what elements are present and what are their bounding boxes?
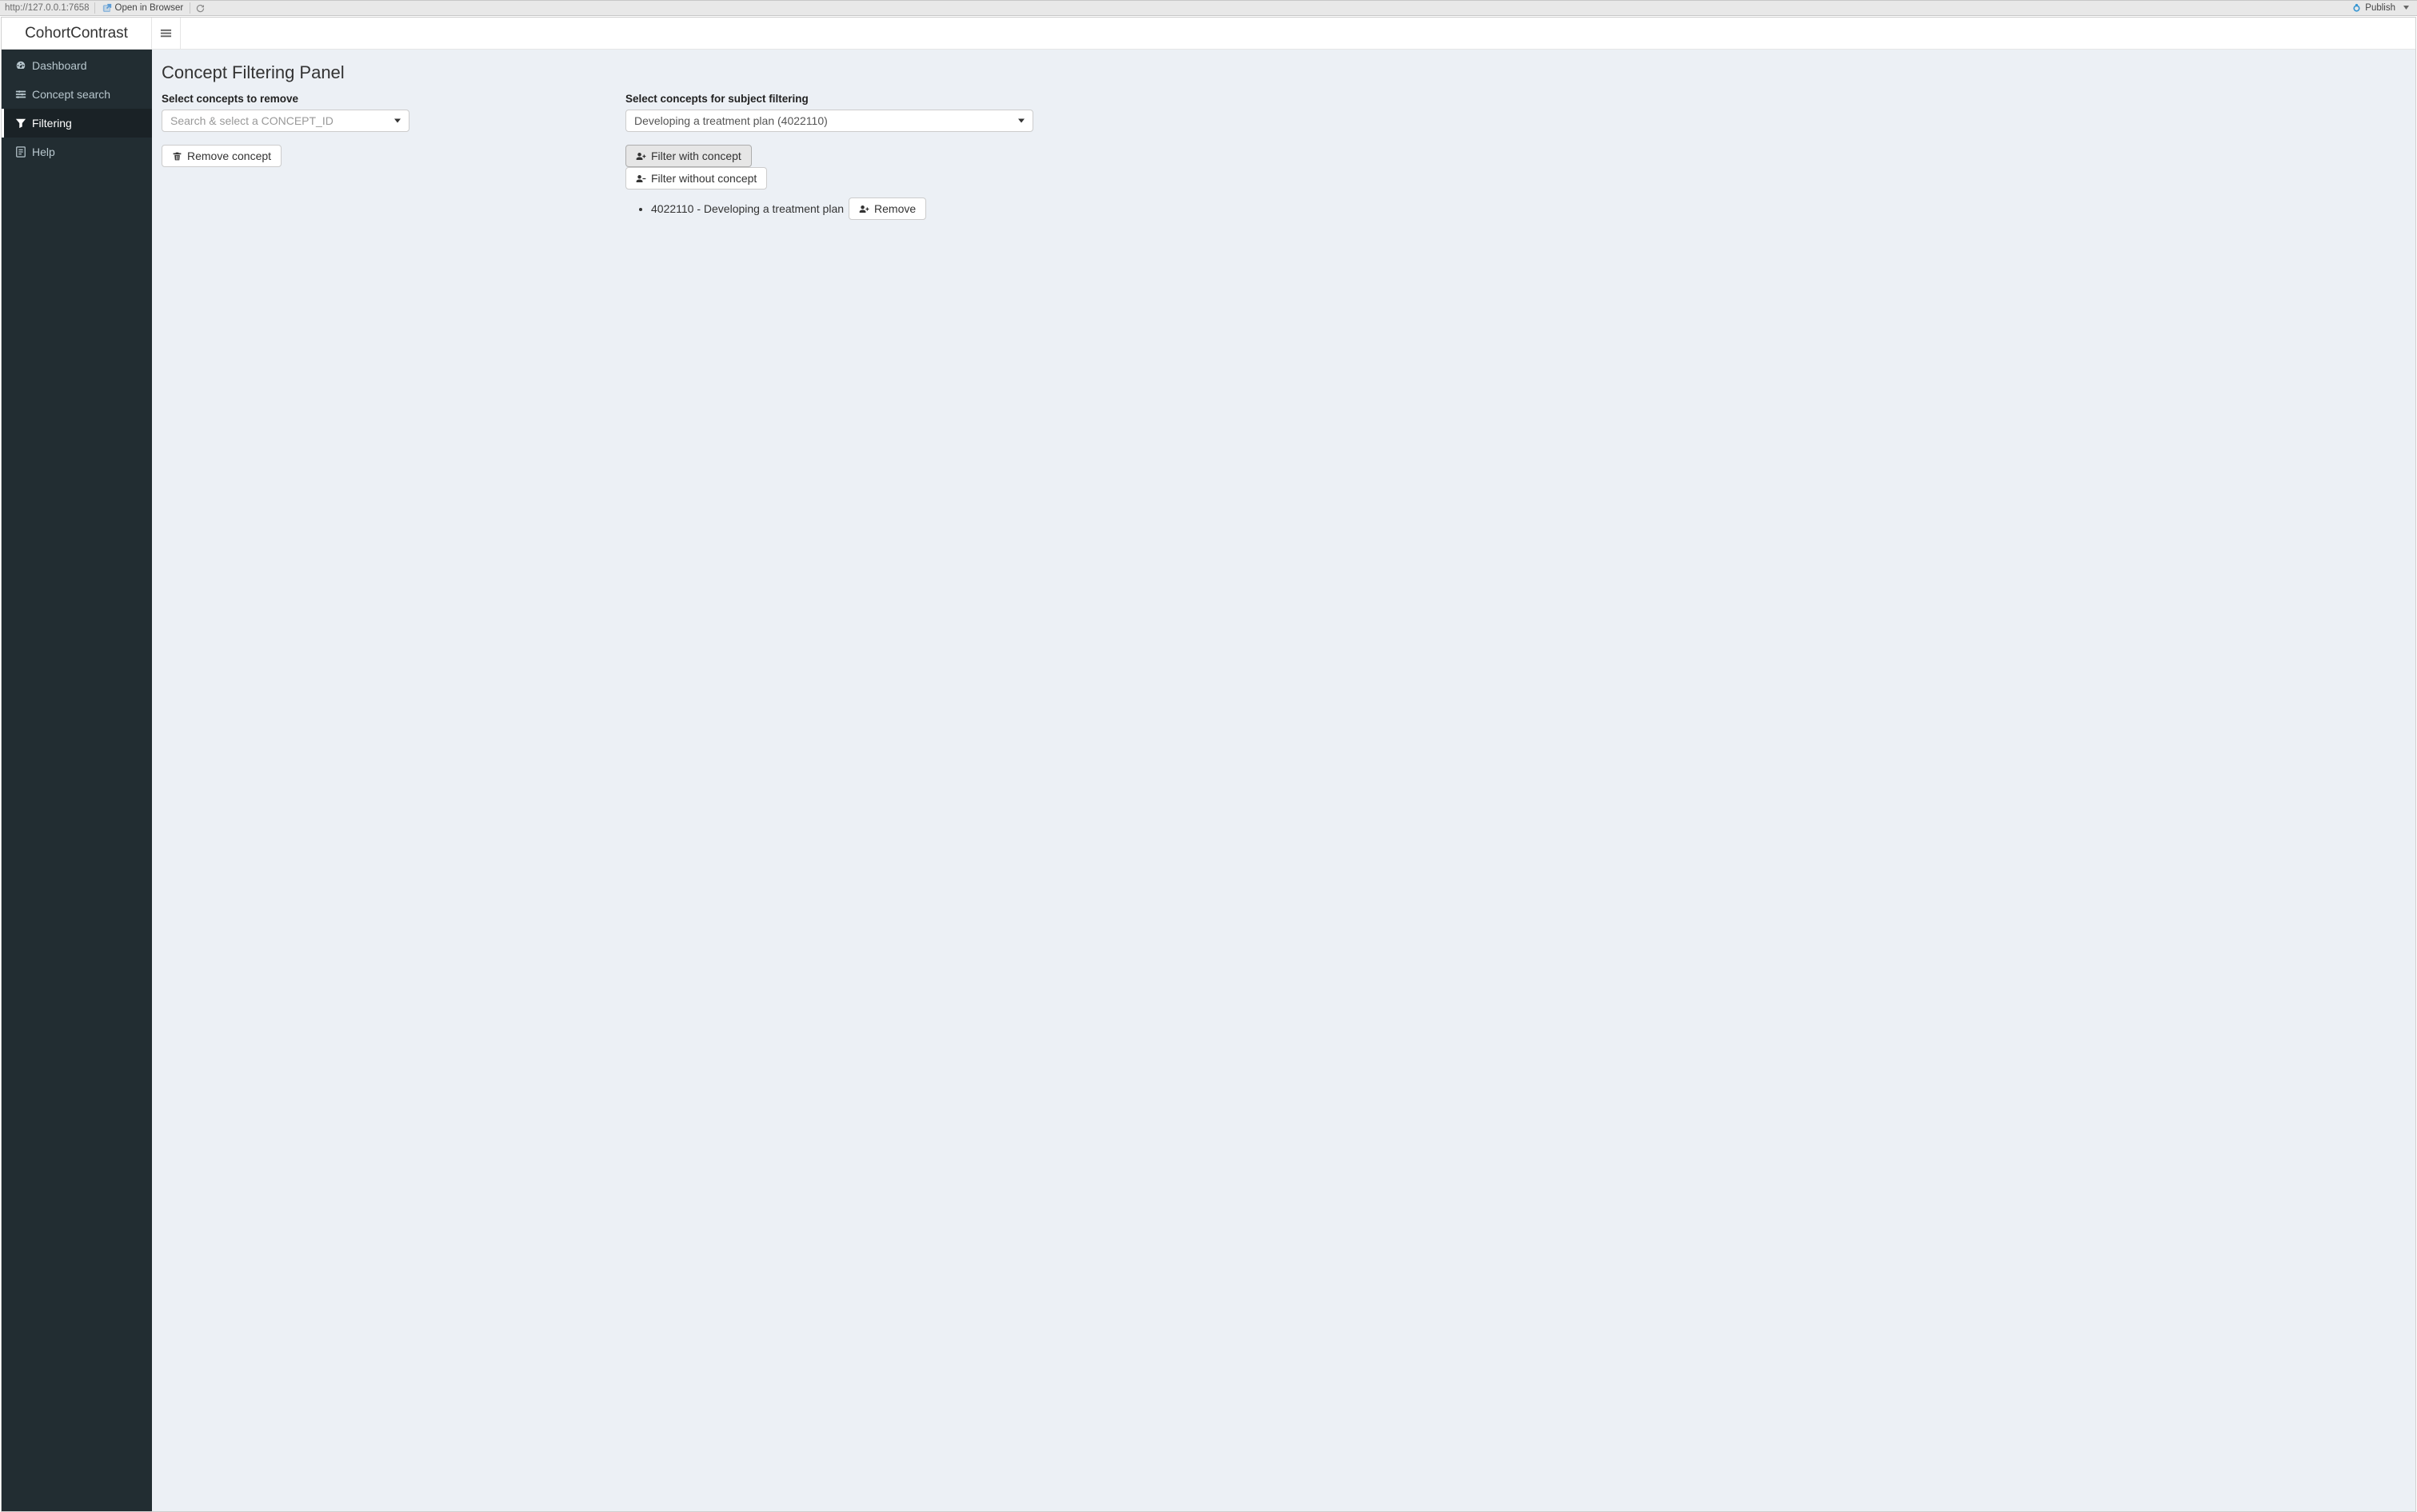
filter-icon bbox=[15, 118, 26, 129]
publish-label: Publish bbox=[2365, 3, 2395, 13]
open-in-browser-button[interactable]: Open in Browser bbox=[95, 0, 190, 16]
remove-concept-button-label: Remove concept bbox=[187, 150, 271, 162]
rstudio-viewer-toolbar: http://127.0.0.1:7658 Open in Browser Pu… bbox=[0, 0, 2417, 16]
sidebar-item-label: Concept search bbox=[32, 88, 110, 101]
user-plus-icon bbox=[636, 151, 646, 162]
user-plus-icon bbox=[859, 204, 869, 214]
sidebar-item-help[interactable]: Help bbox=[2, 138, 152, 166]
trash-icon bbox=[172, 151, 182, 162]
remove-concept-button[interactable]: Remove concept bbox=[162, 145, 282, 167]
app-body: Dashboard Concept search Filtering Help … bbox=[2, 50, 2415, 1511]
content-area: Concept Filtering Panel Select concepts … bbox=[152, 50, 2415, 1511]
publish-icon bbox=[2351, 3, 2362, 14]
caret-down-icon bbox=[1018, 119, 1025, 123]
caret-down-icon bbox=[394, 119, 401, 123]
sidebar-item-filtering[interactable]: Filtering bbox=[2, 109, 152, 138]
open-in-browser-label: Open in Browser bbox=[115, 3, 184, 13]
app-header: CohortContrast bbox=[2, 18, 2415, 50]
hamburger-icon bbox=[160, 27, 172, 39]
viewer-url: http://127.0.0.1:7658 bbox=[5, 2, 95, 14]
applied-filters-list: 4022110 - Developing a treatment plan Re… bbox=[625, 197, 1033, 220]
columns: Select concepts to remove Search & selec… bbox=[162, 90, 2406, 220]
applied-filter-text: 4022110 - Developing a treatment plan bbox=[651, 202, 844, 215]
dashboard-icon bbox=[15, 60, 26, 71]
sidebar: Dashboard Concept search Filtering Help bbox=[2, 50, 152, 1511]
filter-concept-select-value: Developing a treatment plan (4022110) bbox=[634, 114, 828, 127]
sidebar-item-label: Dashboard bbox=[32, 59, 87, 72]
remove-applied-filter-label: Remove bbox=[874, 202, 916, 215]
sidebar-toggle-button[interactable] bbox=[152, 18, 181, 49]
popout-icon bbox=[102, 3, 112, 14]
caret-down-icon bbox=[2403, 6, 2409, 10]
publish-dropdown-caret[interactable] bbox=[2402, 3, 2412, 13]
remove-applied-filter-button[interactable]: Remove bbox=[849, 197, 926, 220]
app-brand: CohortContrast bbox=[2, 18, 152, 49]
remove-concept-select-placeholder: Search & select a CONCEPT_ID bbox=[170, 114, 334, 127]
filter-concept-select[interactable]: Developing a treatment plan (4022110) bbox=[625, 110, 1033, 132]
filter-with-concept-label: Filter with concept bbox=[651, 150, 741, 162]
sidebar-item-concept-search[interactable]: Concept search bbox=[2, 80, 152, 109]
filter-concepts-column: Select concepts for subject filtering De… bbox=[625, 90, 1033, 220]
sidebar-item-dashboard[interactable]: Dashboard bbox=[2, 51, 152, 80]
help-icon bbox=[15, 146, 26, 158]
filter-buttons: Filter with concept Filter without conce… bbox=[625, 132, 1033, 189]
filter-with-concept-button[interactable]: Filter with concept bbox=[625, 145, 752, 167]
sliders-icon bbox=[15, 89, 26, 100]
remove-concepts-column: Select concepts to remove Search & selec… bbox=[162, 90, 569, 220]
publish-button[interactable]: Publish bbox=[2345, 3, 2402, 14]
filter-without-concept-label: Filter without concept bbox=[651, 172, 757, 185]
filter-without-concept-button[interactable]: Filter without concept bbox=[625, 167, 767, 189]
applied-filter-item: 4022110 - Developing a treatment plan Re… bbox=[651, 197, 1033, 220]
app-frame: CohortContrast Dashboard Concept search … bbox=[1, 17, 2416, 1512]
sidebar-item-label: Filtering bbox=[32, 117, 72, 130]
reload-button[interactable] bbox=[190, 0, 210, 16]
reload-icon bbox=[195, 3, 206, 14]
sidebar-item-label: Help bbox=[32, 146, 55, 158]
remove-concepts-label: Select concepts to remove bbox=[162, 93, 569, 105]
remove-concept-select[interactable]: Search & select a CONCEPT_ID bbox=[162, 110, 409, 132]
filter-concepts-label: Select concepts for subject filtering bbox=[625, 93, 1033, 105]
user-minus-icon bbox=[636, 174, 646, 184]
page-title: Concept Filtering Panel bbox=[162, 62, 2406, 83]
